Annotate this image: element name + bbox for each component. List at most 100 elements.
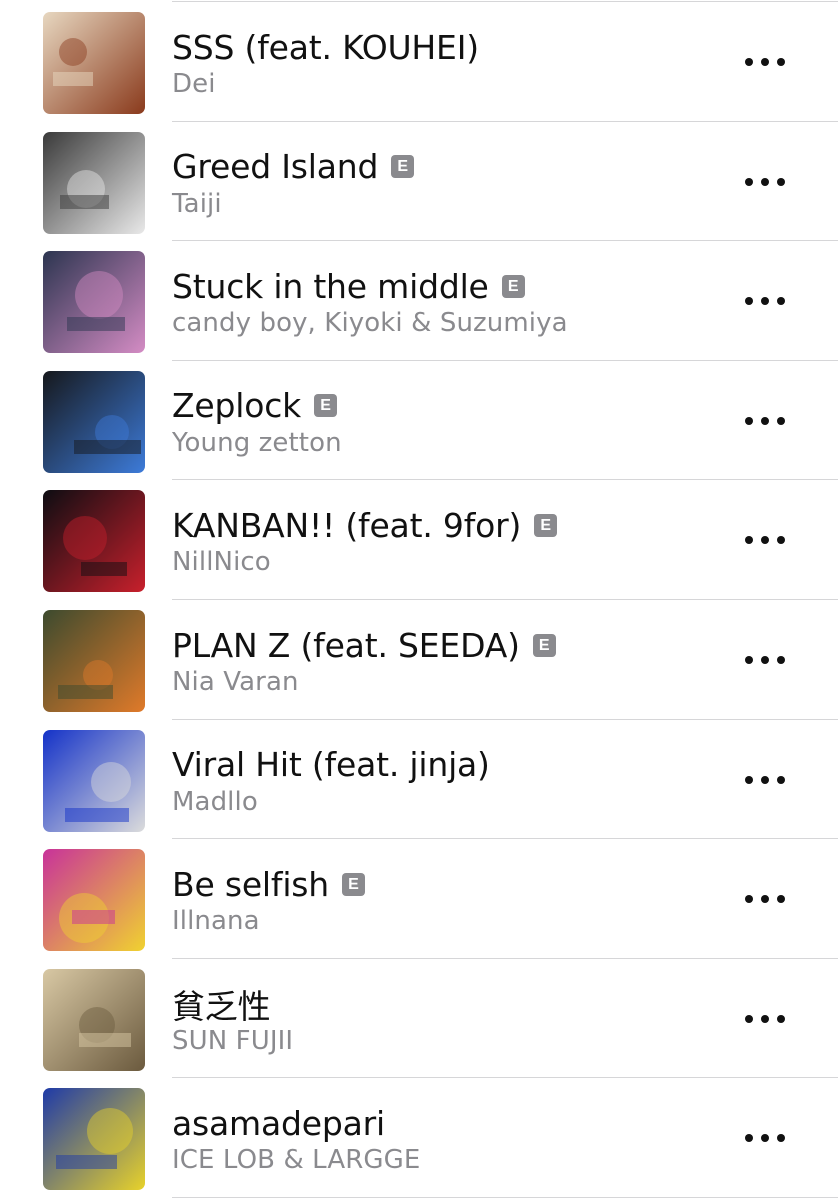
ellipsis-dot-icon: [761, 1134, 769, 1143]
more-options-button[interactable]: [742, 283, 788, 319]
song-artist: NillNico: [172, 547, 271, 578]
song-row[interactable]: KANBAN!! (feat. 9for) E NillNico: [0, 480, 838, 600]
album-artwork-image: [43, 490, 145, 593]
more-options-button[interactable]: [742, 44, 788, 80]
song-row[interactable]: Greed Island E Taiji: [0, 122, 838, 242]
album-artwork[interactable]: [43, 729, 145, 832]
song-row[interactable]: asamadepari ICE LOB & LARGGE: [0, 1078, 838, 1198]
song-title: Greed Island: [172, 147, 379, 187]
explicit-badge: E: [342, 872, 365, 896]
song-row[interactable]: 貧乏性 SUN FUJII: [0, 959, 838, 1079]
ellipsis-dot-icon: [745, 536, 753, 545]
ellipsis-dot-icon: [777, 1014, 785, 1023]
ellipsis-dot-icon: [761, 1014, 769, 1023]
album-artwork[interactable]: [43, 1088, 145, 1191]
ellipsis-dot-icon: [761, 58, 769, 66]
song-artist: Madllo: [172, 786, 258, 817]
ellipsis-dot-icon: [745, 297, 753, 306]
song-artist: SUN FUJII: [172, 1025, 294, 1056]
song-row[interactable]: SSS (feat. KOUHEI) Dei: [0, 2, 838, 122]
ellipsis-dot-icon: [761, 656, 769, 664]
ellipsis-dot-icon: [761, 775, 769, 784]
explicit-badge: E: [314, 394, 338, 418]
song-row[interactable]: Stuck in the middle Ecandy boy, Kiyoki & …: [0, 241, 838, 361]
song-title-line: PLAN Z (feat. SEEDA) E: [172, 624, 556, 666]
more-options-button[interactable]: [742, 522, 788, 558]
song-title: Be selfish: [172, 864, 329, 904]
ellipsis-dot-icon: [745, 58, 753, 66]
song-title-line: KANBAN!! (feat. 9for) E: [172, 504, 558, 546]
ellipsis-dot-icon: [777, 177, 785, 186]
song-row[interactable]: Be selfish E Illnana: [0, 839, 838, 959]
album-artwork-image: [43, 251, 145, 354]
explicit-badge: E: [534, 513, 558, 537]
song-title-line: SSS (feat. KOUHEI): [172, 26, 479, 68]
song-title-line: Zeplock E: [172, 385, 338, 427]
ellipsis-dot-icon: [761, 416, 769, 425]
ellipsis-dot-icon: [745, 1014, 753, 1023]
song-title: asamadepari: [172, 1103, 385, 1143]
ellipsis-dot-icon: [761, 297, 769, 306]
ellipsis-dot-icon: [745, 416, 753, 425]
song-title: Viral Hit (feat. jinja): [172, 745, 490, 785]
album-artwork[interactable]: [43, 370, 145, 473]
song-title: KANBAN!! (feat. 9for): [172, 505, 522, 545]
ellipsis-dot-icon: [777, 536, 785, 545]
album-artwork[interactable]: [43, 12, 145, 114]
song-title: 貧乏性: [172, 986, 271, 1026]
ellipsis-dot-icon: [745, 656, 753, 664]
song-title-line: asamadepari: [172, 1102, 385, 1144]
album-artwork-image: [43, 729, 145, 832]
album-artwork-image: [43, 370, 145, 473]
explicit-badge: E: [532, 633, 556, 657]
explicit-badge: E: [391, 155, 415, 179]
song-title: SSS (feat. KOUHEI): [172, 27, 479, 67]
ellipsis-dot-icon: [761, 536, 769, 545]
more-options-button[interactable]: [742, 881, 788, 917]
ellipsis-dot-icon: [745, 895, 753, 904]
more-options-button[interactable]: [742, 1001, 788, 1037]
album-artwork-image: [43, 12, 145, 114]
ellipsis-dot-icon: [761, 177, 769, 186]
song-title: Zeplock: [172, 386, 302, 426]
song-list: SSS (feat. KOUHEI) Dei Greed Island E Taiji S…: [0, 0, 838, 1200]
song-artist: ICE LOB & LARGGE: [172, 1145, 421, 1176]
album-artwork-image: [43, 849, 145, 952]
song-artist: Nia Varan: [172, 667, 299, 697]
song-row[interactable]: Zeplock E Young zetton: [0, 361, 838, 481]
ellipsis-dot-icon: [745, 1134, 753, 1143]
album-artwork-image: [43, 610, 145, 712]
more-options-button[interactable]: [742, 762, 788, 798]
song-title-line: Greed Island E: [172, 146, 415, 188]
album-artwork[interactable]: [43, 849, 145, 952]
album-artwork[interactable]: [43, 610, 145, 712]
song-row[interactable]: PLAN Z (feat. SEEDA) E Nia Varan: [0, 600, 838, 720]
more-options-button[interactable]: [742, 403, 788, 439]
song-row[interactable]: Viral Hit (feat. jinja) Madllo: [0, 720, 838, 840]
song-title-line: 貧乏性: [172, 983, 271, 1026]
album-artwork[interactable]: [43, 131, 145, 234]
ellipsis-dot-icon: [745, 177, 753, 186]
more-options-button[interactable]: [742, 164, 788, 200]
album-artwork-image: [43, 1088, 145, 1191]
song-title-line: Viral Hit (feat. jinja): [172, 744, 490, 786]
album-artwork[interactable]: [43, 490, 145, 593]
song-artist: Taiji: [172, 188, 222, 219]
song-artist: Young zetton: [172, 427, 342, 458]
ellipsis-dot-icon: [777, 895, 785, 904]
ellipsis-dot-icon: [761, 895, 769, 904]
album-artwork-image: [43, 968, 145, 1071]
ellipsis-dot-icon: [777, 1134, 785, 1143]
song-artist: candy boy, Kiyoki & Suzumiya: [172, 308, 568, 339]
more-options-button[interactable]: [742, 642, 788, 678]
more-options-button[interactable]: [742, 1120, 788, 1156]
ellipsis-dot-icon: [777, 297, 785, 306]
ellipsis-dot-icon: [777, 656, 785, 664]
album-artwork[interactable]: [43, 251, 145, 354]
song-artist: Illnana: [172, 906, 260, 937]
song-title: PLAN Z (feat. SEEDA): [172, 625, 520, 665]
album-artwork[interactable]: [43, 968, 145, 1071]
explicit-badge: E: [501, 274, 525, 298]
ellipsis-dot-icon: [777, 775, 785, 784]
song-title-line: Be selfish E: [172, 863, 365, 905]
